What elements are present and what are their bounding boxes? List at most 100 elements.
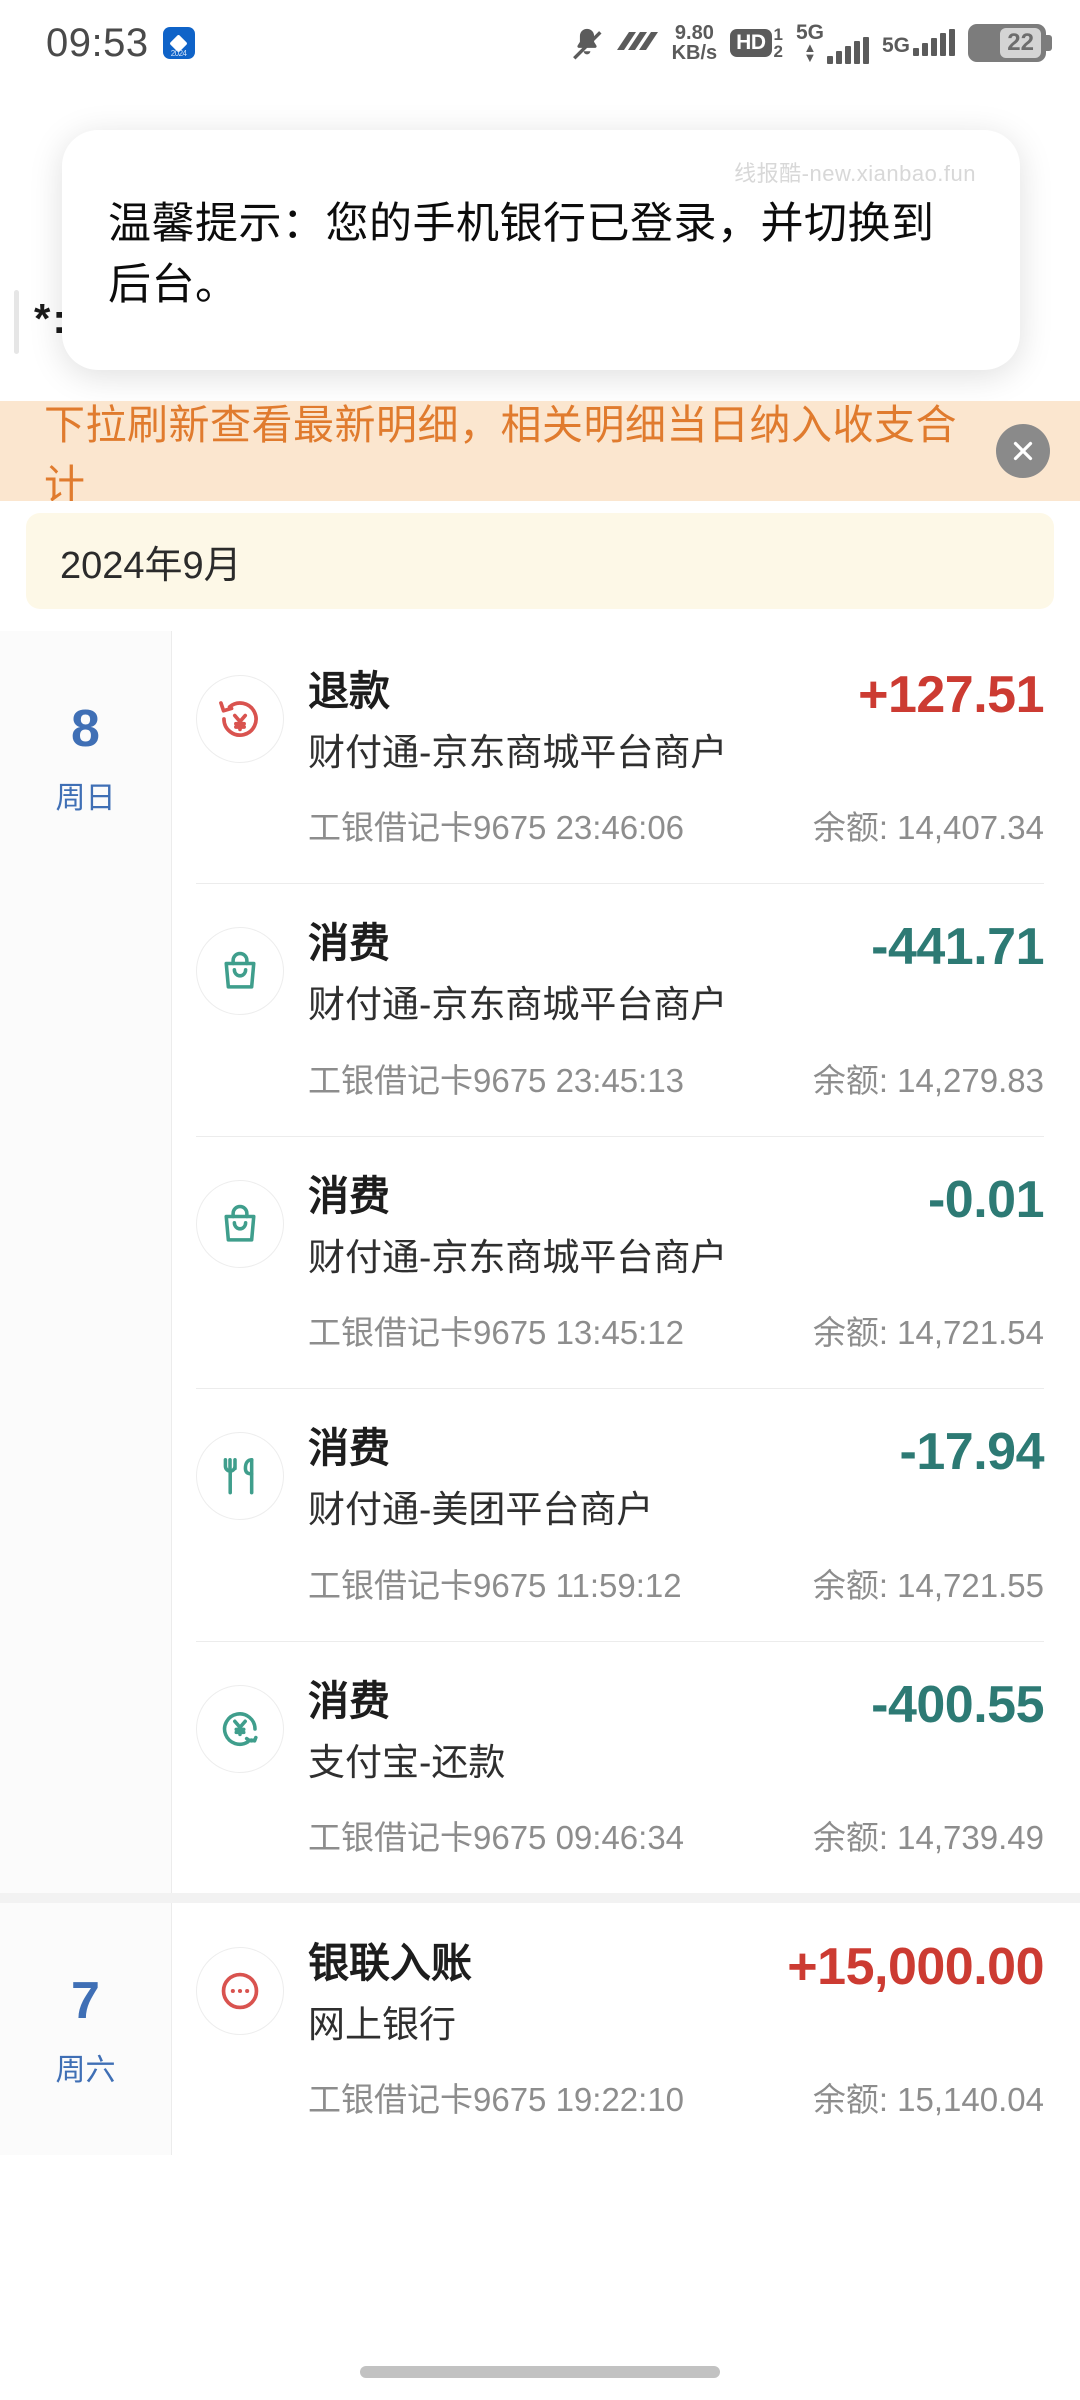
signal-sim1-label-group: 5G ▲ ▼: [796, 22, 824, 64]
transaction-type: 退款: [308, 668, 390, 714]
network-type-sim2: 5G: [881, 34, 910, 57]
app-badge-label: 2024: [170, 49, 187, 58]
mute-bell-icon: [570, 26, 604, 60]
refresh-notice-banner: 下拉刷新查看最新明细，相关明细当日纳入收支合计: [0, 401, 1080, 508]
home-indicator: [360, 2366, 720, 2378]
day-date-column: 7 周六: [0, 1902, 172, 2156]
transaction-amount: +15,000.00: [787, 1937, 1044, 1996]
transaction-type: 消费: [308, 1677, 390, 1724]
transaction-amount: -0.01: [927, 1170, 1045, 1229]
day-group: 7 周六 银联入账 +15,000.00 网上银行工银借记卡9675 19:22:10 余…: [0, 1892, 1080, 2156]
transaction-merchant: 财付通-京东商城平台商户: [308, 732, 728, 773]
day-weekday: 周六: [55, 2053, 116, 2087]
transaction-details: 银联入账 +15,000.00 网上银行工银借记卡9675 19:22:10 余额: …: [308, 1937, 1044, 2121]
status-bar-left: 09:53 2024: [46, 21, 195, 66]
transaction-type: 消费: [308, 1172, 390, 1219]
signal-indicator-sim2: 5G: [881, 29, 955, 57]
transaction-amount: -400.55: [871, 1675, 1044, 1734]
header-accent-bar: [14, 290, 19, 354]
transaction-row[interactable]: 消费 -400.55 支付宝-还款工银借记卡9675 09:46:34 余额: 14,…: [172, 1640, 1080, 1893]
transaction-balance: 余额: 14,721.55: [812, 1566, 1044, 1604]
network-speed-value: 9.80: [674, 22, 714, 44]
shopping-bag-icon: [196, 1179, 284, 1268]
transaction-card-and-time: 工银借记卡9675 11:59:12: [308, 1566, 682, 1604]
status-bar-right: 9.80 KB/s HD 1 2 5G ▲ ▼ 5G 22: [570, 22, 1052, 64]
sim-slot-indicator: 1 2: [774, 26, 783, 60]
transaction-meta-row: 工银借记卡9675 23:46:06 余额: 14,407.34: [308, 801, 1044, 849]
transaction-row[interactable]: 银联入账 +15,000.00 网上银行工银借记卡9675 19:22:10 余额: …: [172, 1903, 1080, 2155]
transaction-merchant: 财付通-美团平台商户: [308, 1489, 654, 1531]
transaction-balance: 余额: 14,739.49: [812, 1818, 1044, 1856]
transaction-primary-row: 银联入账 +15,000.00: [308, 1937, 1044, 1996]
hd-indicator: HD 1 2: [730, 26, 783, 60]
transaction-card-and-time: 工银借记卡9675 09:46:34: [308, 1818, 685, 1856]
transaction-card-and-time: 工银借记卡9675 19:22:10: [308, 2081, 685, 2119]
day-number: 8: [71, 700, 100, 758]
transaction-amount: -17.94: [899, 1423, 1045, 1482]
status-bar: 09:53 2024 9.80 KB/s HD 1 2 5G ▲ ▼ 5G 22: [0, 0, 1080, 86]
battery-icon: 22: [968, 24, 1052, 62]
day-weekday: 周日: [55, 782, 116, 815]
transaction-details: 退款 +127.51 财付通-京东商城平台商户 工银借记卡9675 23:46:06 余…: [308, 666, 1044, 849]
transaction-row[interactable]: 退款 +127.51 财付通-京东商城平台商户 工银借记卡9675 23:46:06 余…: [172, 631, 1080, 883]
sim-slot-top: 1: [773, 25, 783, 44]
transaction-amount: +127.51: [858, 666, 1044, 724]
data-arrows-icon: ▲ ▼: [803, 40, 817, 65]
network-speed-indicator: 9.80 KB/s: [672, 23, 718, 63]
signal-indicator-sim1: 5G ▲ ▼: [796, 22, 869, 64]
toast-message: 温馨提示：您的手机银行已登录，并切换到后台。: [108, 200, 935, 310]
signal-bars-icon: [826, 36, 869, 64]
transaction-row[interactable]: 消费 -0.01 财付通-京东商城平台商户工银借记卡9675 13:45:12 余额:…: [172, 1135, 1080, 1388]
transaction-row[interactable]: 消费 -441.71 财付通-京东商城平台商户工银借记卡9675 23:45:13 余…: [172, 883, 1080, 1135]
transaction-merchant: 网上银行: [308, 2003, 456, 2045]
status-clock: 09:53: [46, 20, 149, 65]
transaction-card-and-time: 工银借记卡9675 13:45:12: [308, 1314, 685, 1352]
transaction-type: 银联入账: [308, 1939, 472, 1986]
day-number: 7: [71, 1971, 100, 2030]
transaction-primary-row: 消费 -17.94: [308, 1423, 1045, 1482]
transaction-balance: 余额: 14,407.34: [812, 809, 1044, 847]
transaction-primary-row: 消费 -400.55: [308, 1675, 1044, 1734]
login-toast: 线报酷-new.xianbao.fun 温馨提示：您的手机银行已登录，并切换到后…: [62, 130, 1020, 370]
transaction-type: 消费: [308, 920, 390, 967]
transaction-merchant: 财付通-京东商城平台商户: [308, 1236, 728, 1278]
battery-percent: 22: [1000, 27, 1041, 59]
transaction-balance: 余额: 15,140.04: [812, 2081, 1044, 2119]
transaction-meta-row: 工银借记卡9675 23:45:13 余额: 14,279.83: [308, 1054, 1044, 1102]
transaction-details: 消费 -0.01 财付通-京东商城平台商户工银借记卡9675 13:45:12 余额:…: [308, 1170, 1045, 1354]
day-transactions: 银联入账 +15,000.00 网上银行工银借记卡9675 19:22:10 余额: …: [172, 1903, 1080, 2155]
day-group: 8 周日 退款 +127.51 财付通-京东商城平台商户 工银借记卡9675 23:46:…: [0, 631, 1080, 1893]
transaction-merchant: 支付宝-还款: [308, 1741, 506, 1783]
restaurant-icon: [196, 1432, 284, 1521]
transaction-amount: -441.71: [871, 918, 1044, 977]
transaction-details: 消费 -400.55 支付宝-还款工银借记卡9675 09:46:34 余额: 14,…: [308, 1675, 1044, 1859]
watermark: 线报酷-new.xianbao.fun: [734, 161, 976, 186]
transaction-card-and-time: 工银借记卡9675 23:46:06: [308, 809, 685, 847]
day-date-column: 8 周日: [0, 631, 172, 1893]
shopping-bag-icon: [196, 927, 284, 1016]
refund-yen-icon: [196, 675, 284, 763]
transaction-type: 消费: [308, 1425, 390, 1472]
notice-text: 下拉刷新查看最新明细，相关明细当日纳入收支合计: [44, 402, 957, 508]
unionpay-dots-icon: [196, 1946, 284, 2035]
transaction-details: 消费 -17.94 财付通-美团平台商户工银借记卡9675 11:59:12 余额: …: [308, 1423, 1045, 1607]
close-icon[interactable]: [996, 424, 1050, 478]
transaction-primary-row: 消费 -0.01: [308, 1170, 1045, 1229]
transaction-details: 消费 -441.71 财付通-京东商城平台商户工银借记卡9675 23:45:13 余…: [308, 921, 1044, 1101]
vpn-arrows-icon: [616, 28, 659, 58]
transaction-list[interactable]: 8 周日 退款 +127.51 财付通-京东商城平台商户 工银借记卡9675 23:46:…: [0, 631, 1080, 2156]
transaction-merchant: 财付通-京东商城平台商户: [308, 984, 728, 1026]
transaction-balance: 余额: 14,721.54: [812, 1314, 1044, 1352]
transaction-balance: 余额: 14,279.83: [812, 1061, 1044, 1099]
transaction-card-and-time: 工银借记卡9675 23:45:13: [308, 1061, 685, 1099]
transaction-row[interactable]: 消费 -17.94 财付通-美团平台商户工银借记卡9675 11:59:12 余额: …: [172, 1388, 1080, 1640]
transaction-meta-row: 工银借记卡9675 19:22:10 余额: 15,140.04: [308, 2073, 1044, 2121]
transaction-primary-row: 消费 -441.71: [308, 918, 1044, 977]
month-header: 2024年9月: [0, 501, 1080, 631]
sim-slot-bottom: 2: [773, 42, 783, 61]
hd-label: HD: [730, 28, 772, 58]
transaction-meta-row: 工银借记卡9675 09:46:34 余额: 14,739.49: [308, 1811, 1044, 1859]
month-label: 2024年9月: [60, 544, 242, 587]
transaction-meta-row: 工银借记卡9675 13:45:12 余额: 14,721.54: [308, 1306, 1044, 1354]
transaction-meta-row: 工银借记卡9675 11:59:12 余额: 14,721.55: [308, 1559, 1044, 1607]
